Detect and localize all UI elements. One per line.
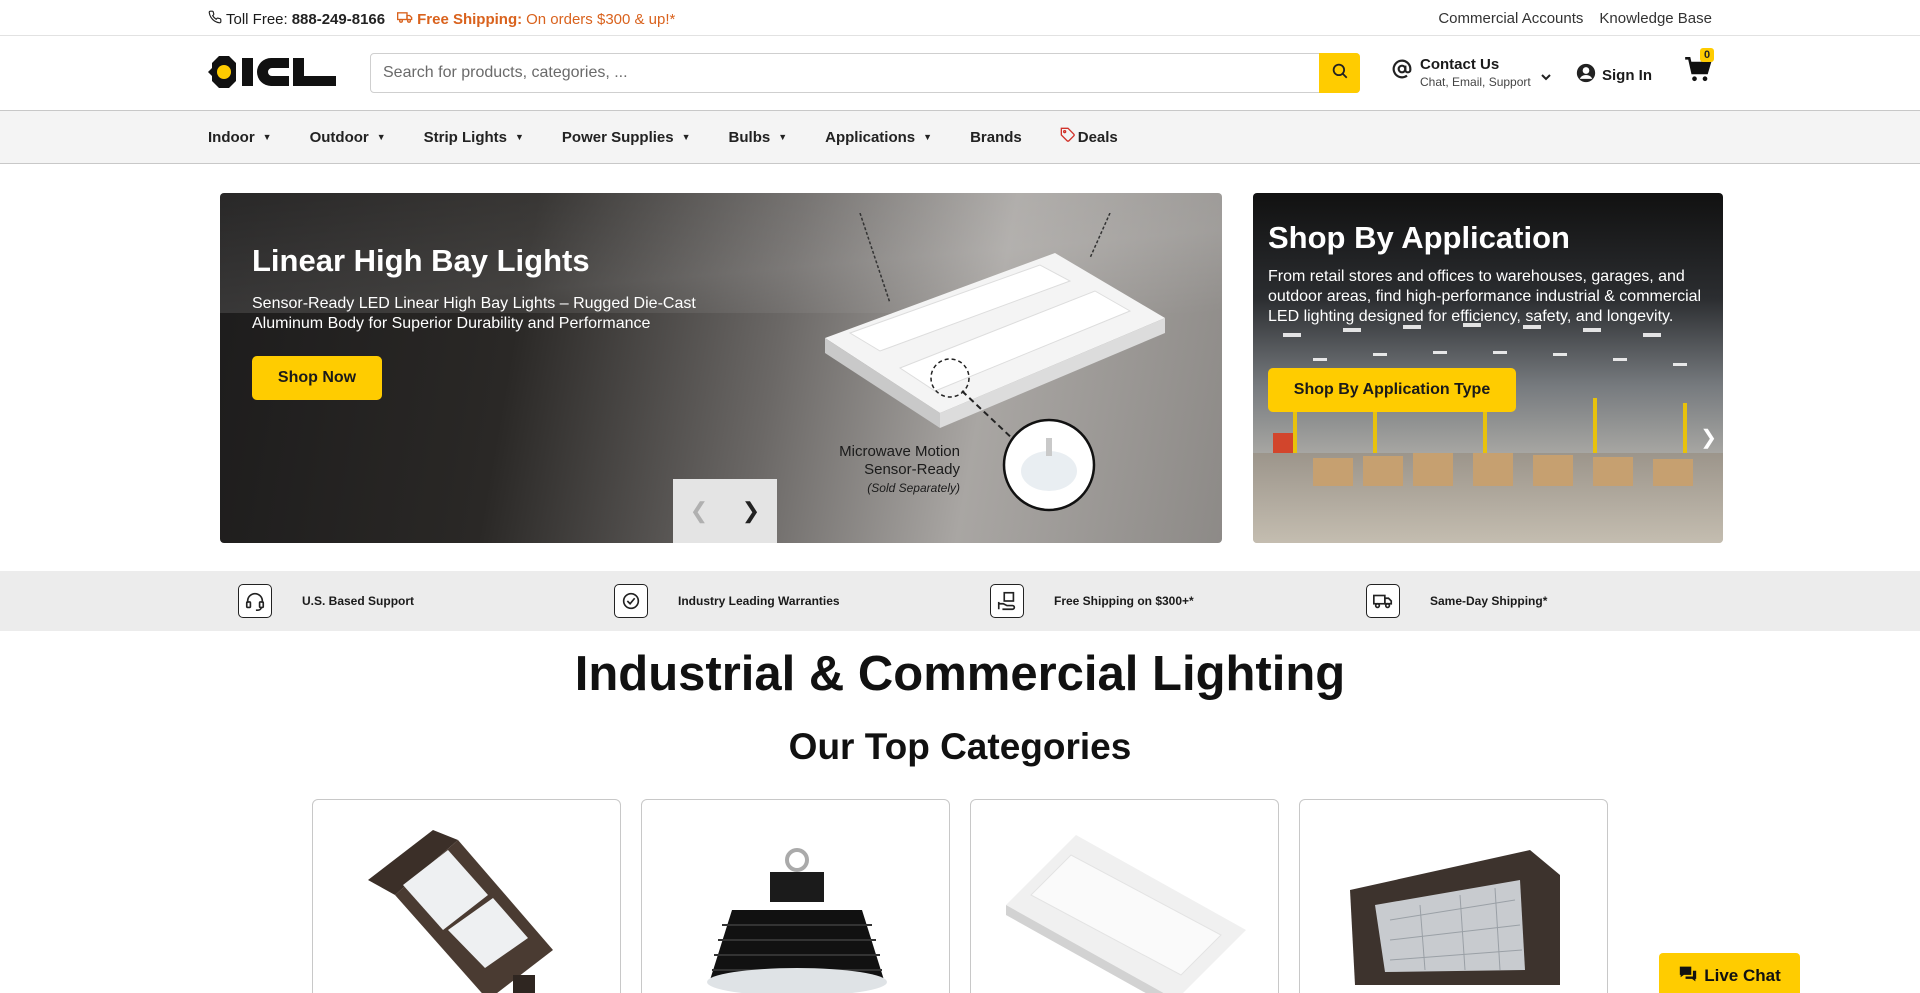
nav-item-label: Power Supplies [561, 128, 674, 146]
category-card-high-bays[interactable] [641, 799, 950, 993]
chevron-down-icon: ▼ [376, 132, 386, 142]
sign-in-label: Sign In [1602, 66, 1652, 84]
top-bar: Toll Free: 888-249-8166 Free Shipping: O… [0, 0, 1920, 36]
nav-item-strip-lights[interactable]: Strip Lights ▼ [424, 129, 524, 146]
free-shipping-notice: Free Shipping: On orders $300 & up!* [397, 11, 675, 28]
nav-item-indoor[interactable]: Indoor ▼ [208, 129, 272, 146]
feature-label: Same-Day Shipping* [1430, 594, 1548, 608]
page-heading: Industrial & Commercial Lighting [574, 647, 1346, 701]
contact-us-subtitle: Chat, Email, Support [1420, 75, 1531, 89]
main-navigation: Indoor ▼ Outdoor ▼ Strip Lights ▼ Power Sup… [0, 110, 1920, 164]
icl-logo[interactable] [208, 54, 338, 90]
user-circle-icon [1576, 63, 1596, 87]
search-input[interactable] [371, 54, 1321, 92]
knowledge-base-link[interactable]: Knowledge Base [1599, 10, 1712, 27]
feature-free-shipping: Free Shipping on $300+* [990, 584, 1194, 618]
chevron-down-icon: ▼ [778, 132, 788, 142]
chat-bubbles-icon [1678, 965, 1698, 988]
nav-item-label: Strip Lights [423, 128, 507, 146]
chevron-down-icon: ▼ [681, 132, 691, 142]
linear-high-bay-product-image [1006, 835, 1246, 993]
ufo-high-bay-image [707, 848, 887, 993]
sign-in-link[interactable]: Sign In [1576, 63, 1652, 87]
hero-title: Linear High Bay Lights [252, 243, 590, 278]
wall-pack-image [1350, 850, 1560, 985]
shop-by-application-card: Shop By Application From retail stores a… [1253, 193, 1723, 543]
area-light-image [368, 830, 553, 993]
nav-item-label: Deals [1077, 128, 1118, 146]
chevron-right-icon[interactable]: ❯ [1700, 425, 1717, 450]
chevron-down-icon: ▼ [262, 132, 272, 142]
cart-count-badge: 0 [1700, 48, 1715, 62]
feature-support: U.S. Based Support [238, 584, 414, 618]
top-bar-info: Toll Free: 888-249-8166 Free Shipping: O… [208, 10, 675, 28]
shop-now-button[interactable]: Shop Now [252, 356, 382, 400]
shop-by-application-button[interactable]: Shop By Application Type [1268, 368, 1516, 412]
sensor-caption-note: (Sold Separately) [867, 481, 960, 495]
sensor-caption-line2: Sensor-Ready [864, 461, 960, 478]
chevron-down-icon: ▼ [514, 132, 524, 142]
warehouse-floor [1253, 453, 1723, 543]
nav-item-label: Applications [825, 128, 916, 146]
chevron-down-icon: ▼ [923, 132, 933, 142]
shopping-cart-icon [1684, 57, 1712, 88]
top-bar-links: Commercial Accounts Knowledge Base [1438, 10, 1712, 27]
tag-icon [1060, 127, 1076, 147]
nav-item-label: Brands [970, 128, 1022, 146]
nav-item-label: Bulbs [728, 128, 771, 146]
nav-item-deals[interactable]: Deals [1060, 127, 1118, 147]
at-sign-icon [1392, 59, 1412, 84]
truck-icon [1366, 584, 1400, 618]
application-title: Shop By Application [1268, 220, 1570, 255]
free-shipping-text: On orders $300 & up!* [526, 10, 676, 28]
chevron-right-icon[interactable]: ❯ [742, 498, 760, 524]
carousel-controls: ❮ ❯ [673, 479, 777, 543]
feature-label: Industry Leading Warranties [678, 594, 840, 608]
category-card-linear-high-bays[interactable] [970, 799, 1279, 993]
free-shipping-label: Free Shipping: [417, 10, 523, 28]
search-button[interactable] [1319, 53, 1360, 93]
nav-item-bulbs[interactable]: Bulbs ▼ [729, 129, 788, 146]
chevron-down-icon [1541, 68, 1551, 86]
category-card-area-lights[interactable] [312, 799, 621, 993]
toll-free-label: Toll Free: [226, 10, 288, 28]
feature-same-day-shipping: Same-Day Shipping* [1366, 584, 1547, 618]
feature-strip: U.S. Based Support Industry Leading Warr… [0, 571, 1920, 631]
category-card-wall-packs[interactable] [1299, 799, 1608, 993]
feature-label: Free Shipping on $300+* [1054, 594, 1194, 608]
contact-us-dropdown[interactable]: Contact Us Chat, Email, Support [1392, 56, 1551, 89]
cart-button[interactable]: 0 [1684, 48, 1718, 90]
nav-item-power-supplies[interactable]: Power Supplies ▼ [562, 129, 691, 146]
application-text: From retail stores and offices to wareho… [1268, 268, 1702, 325]
live-chat-label: Live Chat [1704, 966, 1781, 985]
badge-check-icon [614, 584, 648, 618]
nav-item-applications[interactable]: Applications ▼ [825, 129, 932, 146]
commercial-accounts-link[interactable]: Commercial Accounts [1438, 10, 1583, 27]
phone-number-link[interactable]: 888-249-8166 [292, 11, 385, 28]
top-categories-heading: Our Top Categories [788, 726, 1132, 767]
truck-icon [397, 11, 413, 28]
hand-box-icon [990, 584, 1024, 618]
nav-item-brands[interactable]: Brands [970, 129, 1022, 146]
headset-icon [238, 584, 272, 618]
sensor-caption: Microwave Motion Sensor-Ready (Sold Sepa… [810, 443, 960, 497]
nav-item-outdoor[interactable]: Outdoor ▼ [310, 129, 386, 146]
search-icon [1331, 62, 1349, 85]
nav-item-label: Outdoor [309, 128, 369, 146]
hero-subtitle: Sensor-Ready LED Linear High Bay Lights … [252, 295, 696, 332]
hero-carousel: Linear High Bay Lights Sensor-Ready LED … [220, 193, 1222, 543]
sensor-caption-line1: Microwave Motion [839, 443, 960, 460]
contact-us-title: Contact Us [1420, 56, 1500, 73]
phone-icon [208, 10, 222, 28]
chevron-left-icon[interactable]: ❮ [690, 498, 708, 524]
feature-warranties: Industry Leading Warranties [614, 584, 840, 618]
search-bar [370, 53, 1360, 93]
site-header: Contact Us Chat, Email, Support Sign In … [0, 36, 1920, 110]
live-chat-button[interactable]: Live Chat [1659, 953, 1800, 993]
nav-item-label: Indoor [208, 128, 255, 146]
feature-label: U.S. Based Support [302, 594, 415, 608]
